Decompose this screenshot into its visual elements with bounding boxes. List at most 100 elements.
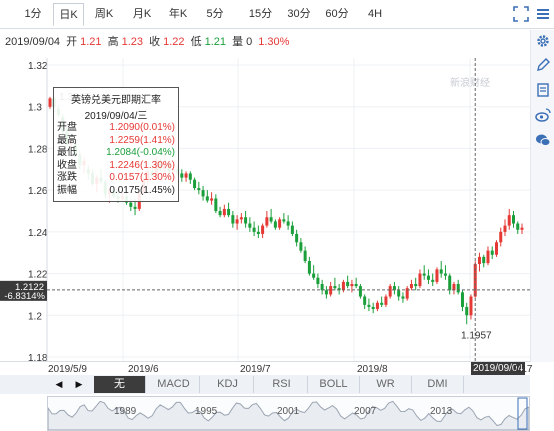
scroll-left-button[interactable]: ◀ (51, 377, 67, 392)
candle-body (354, 284, 358, 287)
candle-body (499, 231, 503, 243)
candle-body (507, 215, 511, 226)
document-icon[interactable] (535, 82, 551, 98)
candle-body (210, 198, 214, 201)
tab-9[interactable]: 4H (361, 3, 389, 26)
candle-body (367, 304, 371, 307)
overview-navigator[interactable]: 1989 1995 2001 2007 2013 (47, 396, 530, 431)
candle-body (316, 277, 320, 284)
y-tick-label: 1.28 (28, 144, 48, 155)
overview-year-2001: 2001 (277, 406, 300, 417)
indicator-tab-0[interactable]: 无 (94, 376, 146, 393)
indicator-tab-5[interactable]: WR (360, 376, 412, 393)
period-tabbar: 1分 日K 周K 月K 年K 5分 15分 30分 60分 4H (0, 0, 554, 29)
candle-body (235, 219, 239, 224)
quote-date: 2019/09/04 (5, 36, 61, 48)
candle-body (448, 275, 452, 291)
candle-body (460, 292, 464, 307)
tab-5[interactable]: 5分 (201, 3, 229, 26)
candle-body (222, 208, 226, 216)
candle-body (197, 188, 201, 191)
date-label-aug: 2019/8 (357, 364, 388, 375)
overview-year-1989: 1989 (114, 406, 137, 417)
tab-0[interactable]: 1分 (18, 3, 48, 26)
candle-body (371, 306, 375, 310)
low-mark-label: 1.1957 (461, 330, 492, 341)
high-label: 高 (107, 36, 119, 48)
candle-body (133, 206, 137, 209)
indicator-tab-4[interactable]: BOLL (308, 376, 360, 393)
candle-body (363, 296, 367, 305)
candle-body (188, 173, 192, 180)
candle-body (452, 284, 456, 291)
candle-body (295, 233, 299, 243)
candle-body (261, 225, 265, 234)
settings-icon[interactable] (535, 33, 551, 49)
candle-body (333, 286, 337, 289)
candle-body (388, 286, 392, 297)
change-percent: 1.30% (258, 36, 290, 48)
tooltip-row-label: 最低 (57, 147, 77, 159)
candle-body (350, 284, 354, 287)
candle-body (312, 273, 316, 278)
candle-body (239, 217, 243, 220)
tooltip-row-label: 开盘 (57, 122, 77, 133)
candle-body (414, 284, 418, 287)
indicator-tab-2[interactable]: KDJ (202, 376, 254, 393)
tab-8[interactable]: 60分 (320, 3, 354, 26)
candle-body (358, 286, 362, 297)
tooltip-row: 最高 1.2259(1.41%) (54, 135, 178, 148)
date-label-jun: 2019/6 (128, 364, 159, 375)
tab-3[interactable]: 月K (128, 3, 156, 26)
candle-body (244, 217, 248, 224)
tab-4[interactable]: 年K (163, 3, 193, 26)
tooltip-date: 2019/09/04/三 (84, 111, 148, 122)
wechat-icon[interactable] (535, 132, 551, 148)
candle-body (477, 256, 481, 264)
tab-7[interactable]: 30分 (283, 3, 315, 26)
tool-sidebar (530, 30, 554, 362)
candle-body (299, 242, 303, 251)
expand-icon[interactable] (513, 6, 529, 22)
close-label: 收 (149, 36, 161, 48)
tooltip-row-value: 1.2259(1.41%) (109, 134, 175, 146)
date-label-start: 2019/5/9 (48, 364, 87, 375)
candle-body (435, 269, 439, 282)
tooltip-row: 开盘 1.2090(0.01%) (54, 122, 178, 135)
tooltip-row: 涨跌 0.0157(1.30%) (54, 172, 178, 185)
tooltip-row: 收盘 1.2246(1.30%) (54, 160, 178, 173)
candle-body (456, 284, 460, 293)
date-label-end: 9/17 (513, 364, 533, 375)
y-tick-label: 1.26 (28, 186, 48, 197)
indicator-tab-6[interactable]: DMI (412, 376, 464, 393)
candle-body (494, 242, 498, 255)
low-label: 低 (190, 36, 202, 48)
candle-body (290, 225, 294, 234)
weibo-icon[interactable] (535, 107, 551, 123)
tab-1[interactable]: 日K (53, 3, 84, 26)
pencil-icon[interactable] (535, 57, 551, 73)
candle-body (380, 302, 384, 305)
candle-body (205, 196, 209, 201)
menu-icon[interactable] (535, 6, 551, 22)
tooltip-row-label: 涨跌 (57, 172, 77, 184)
watermark: 新浪财经 (450, 76, 490, 89)
candle-body (486, 250, 490, 264)
indicator-tab-3[interactable]: RSI (256, 376, 308, 393)
tab-6[interactable]: 15分 (244, 3, 277, 26)
scroll-right-button[interactable]: ▶ (71, 377, 87, 392)
candle-body (320, 284, 324, 291)
candle-body (218, 211, 222, 216)
indicator-bar: ◀ ▶ 无 MACD KDJ RSI BOLL WR DMI (0, 375, 530, 394)
indicator-tab-1[interactable]: MACD (148, 376, 200, 393)
candle-body (490, 250, 494, 255)
overview-year-1995: 1995 (195, 406, 218, 417)
candle-body (265, 217, 269, 226)
candle-body (303, 250, 307, 262)
tooltip-row-value: 1.2246(1.30%) (109, 159, 175, 171)
y-tick-label: 1.32 (28, 61, 48, 72)
candle-body (278, 219, 282, 228)
candle-body (269, 217, 273, 222)
tab-2[interactable]: 周K (88, 3, 120, 26)
candle-body (439, 269, 443, 274)
